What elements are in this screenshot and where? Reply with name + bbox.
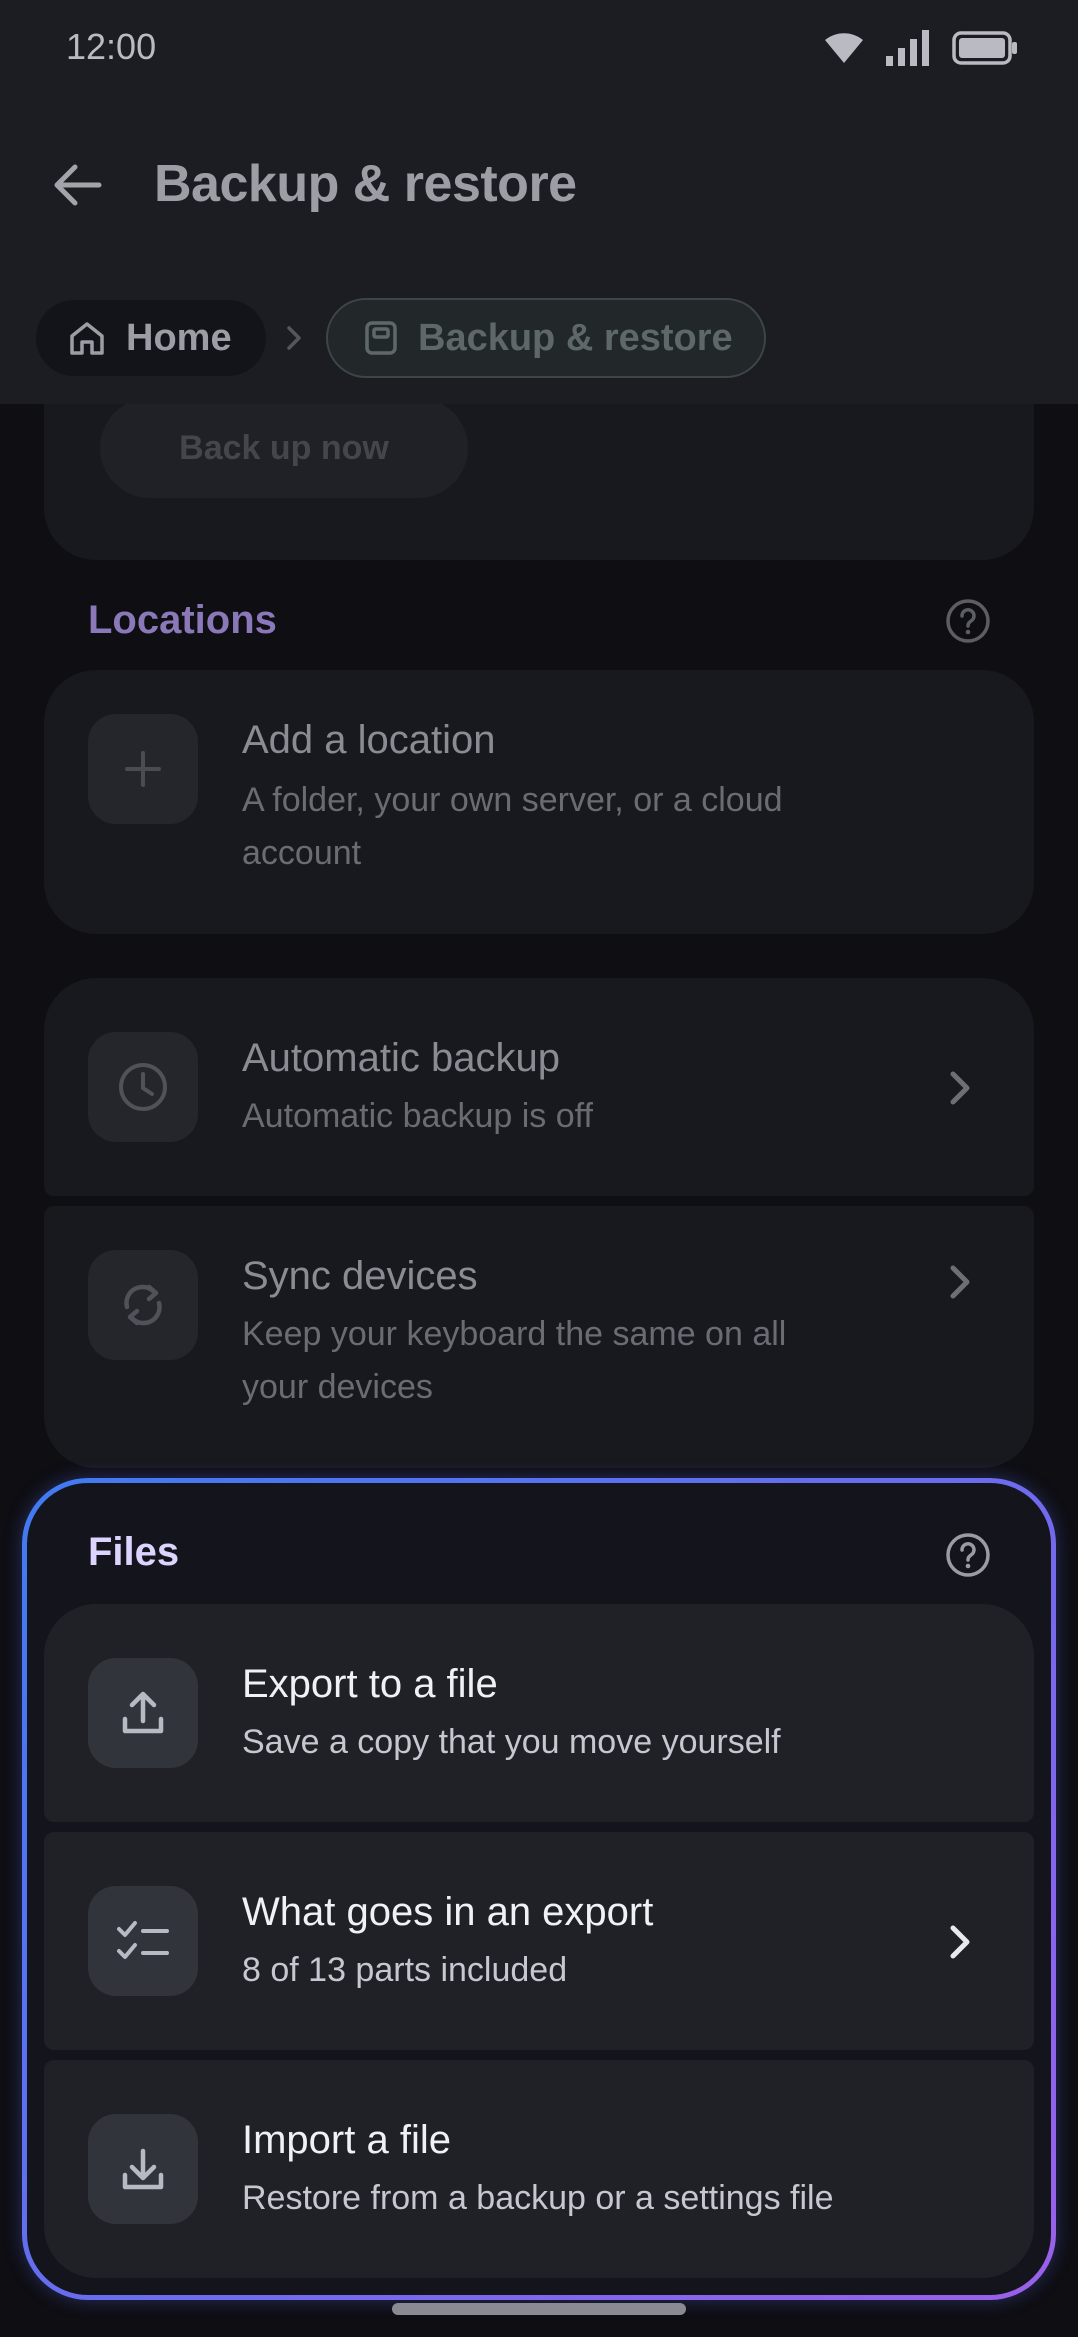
back-arrow-icon — [54, 164, 102, 206]
import-file-title: Import a file — [242, 2118, 451, 2162]
chevron-right-icon — [950, 1265, 970, 1299]
add-location-subtitle-line2: account — [242, 834, 362, 872]
export-contents-title: What goes in an export — [242, 1890, 654, 1934]
breadcrumb-separator — [284, 318, 314, 358]
automatic-backup-subtitle: Automatic backup is off — [242, 1097, 593, 1135]
sync-devices-row[interactable]: Sync devices Keep your keyboard the same… — [44, 1206, 1034, 1468]
chevron-right-icon — [950, 1925, 970, 1959]
export-contents-icon-tile — [88, 1886, 198, 1996]
cellular-signal-icon — [886, 30, 929, 66]
export-file-row[interactable]: Export to a file Save a copy that you mo… — [44, 1604, 1034, 1822]
files-section-title: Files — [88, 1530, 180, 1574]
breadcrumb-home[interactable]: Home — [36, 300, 266, 376]
export-file-title: Export to a file — [242, 1662, 498, 1706]
sync-devices-icon-tile — [88, 1250, 198, 1360]
sync-devices-subtitle-line1: Keep your keyboard the same on all — [242, 1315, 787, 1353]
checklist-icon — [117, 1921, 169, 1959]
add-location-title: Add a location — [242, 718, 496, 762]
import-icon-tile — [88, 2114, 198, 2224]
status-time: 12:00 — [66, 26, 157, 67]
back-button[interactable] — [48, 155, 108, 215]
help-icon[interactable] — [944, 1531, 992, 1579]
automatic-backup-row[interactable]: Automatic backup Automatic backup is off — [44, 978, 1034, 1196]
gesture-home-indicator[interactable] — [392, 2303, 686, 2315]
clock-icon — [119, 1063, 167, 1111]
upload-icon — [122, 1691, 164, 1734]
export-contents-subtitle: 8 of 13 parts included — [242, 1951, 568, 1989]
help-icon[interactable] — [944, 597, 992, 645]
page-title: Backup & restore — [154, 155, 577, 213]
save-icon — [365, 321, 397, 355]
status-icons — [824, 30, 1018, 66]
breadcrumb-home-label: Home — [126, 316, 232, 359]
export-icon-tile — [88, 1658, 198, 1768]
sync-devices-subtitle-line2: your devices — [242, 1368, 433, 1406]
add-location-icon-tile — [88, 714, 198, 824]
sync-icon — [124, 1284, 162, 1326]
chevron-right-icon — [950, 1071, 970, 1105]
add-location-subtitle-line1: A folder, your own server, or a cloud — [242, 781, 783, 819]
sync-devices-title: Sync devices — [242, 1254, 478, 1298]
app-bar: 12:00 Backup & restore Home Backup & res… — [0, 0, 1078, 404]
import-file-row[interactable]: Import a file Restore from a backup or a… — [44, 2060, 1034, 2278]
home-icon — [70, 322, 104, 355]
breadcrumb-current-label: Backup & restore — [418, 316, 733, 359]
automatic-backup-title: Automatic backup — [242, 1036, 560, 1080]
plus-icon — [125, 751, 161, 787]
back-up-now-button[interactable]: Back up now — [100, 398, 468, 498]
download-icon — [122, 2148, 164, 2190]
breadcrumb-current[interactable]: Backup & restore — [326, 298, 766, 378]
locations-section-title: Locations — [88, 598, 277, 642]
battery-icon — [952, 31, 1017, 65]
import-file-subtitle: Restore from a backup or a settings file — [242, 2179, 834, 2217]
export-file-subtitle: Save a copy that you move yourself — [242, 1723, 781, 1761]
export-contents-row[interactable]: What goes in an export 8 of 13 parts inc… — [44, 1832, 1034, 2050]
chevron-right-icon — [287, 326, 301, 350]
add-location-row[interactable]: Add a location A folder, your own server… — [44, 670, 1034, 934]
automatic-backup-icon-tile — [88, 1032, 198, 1142]
wifi-icon — [825, 33, 863, 63]
